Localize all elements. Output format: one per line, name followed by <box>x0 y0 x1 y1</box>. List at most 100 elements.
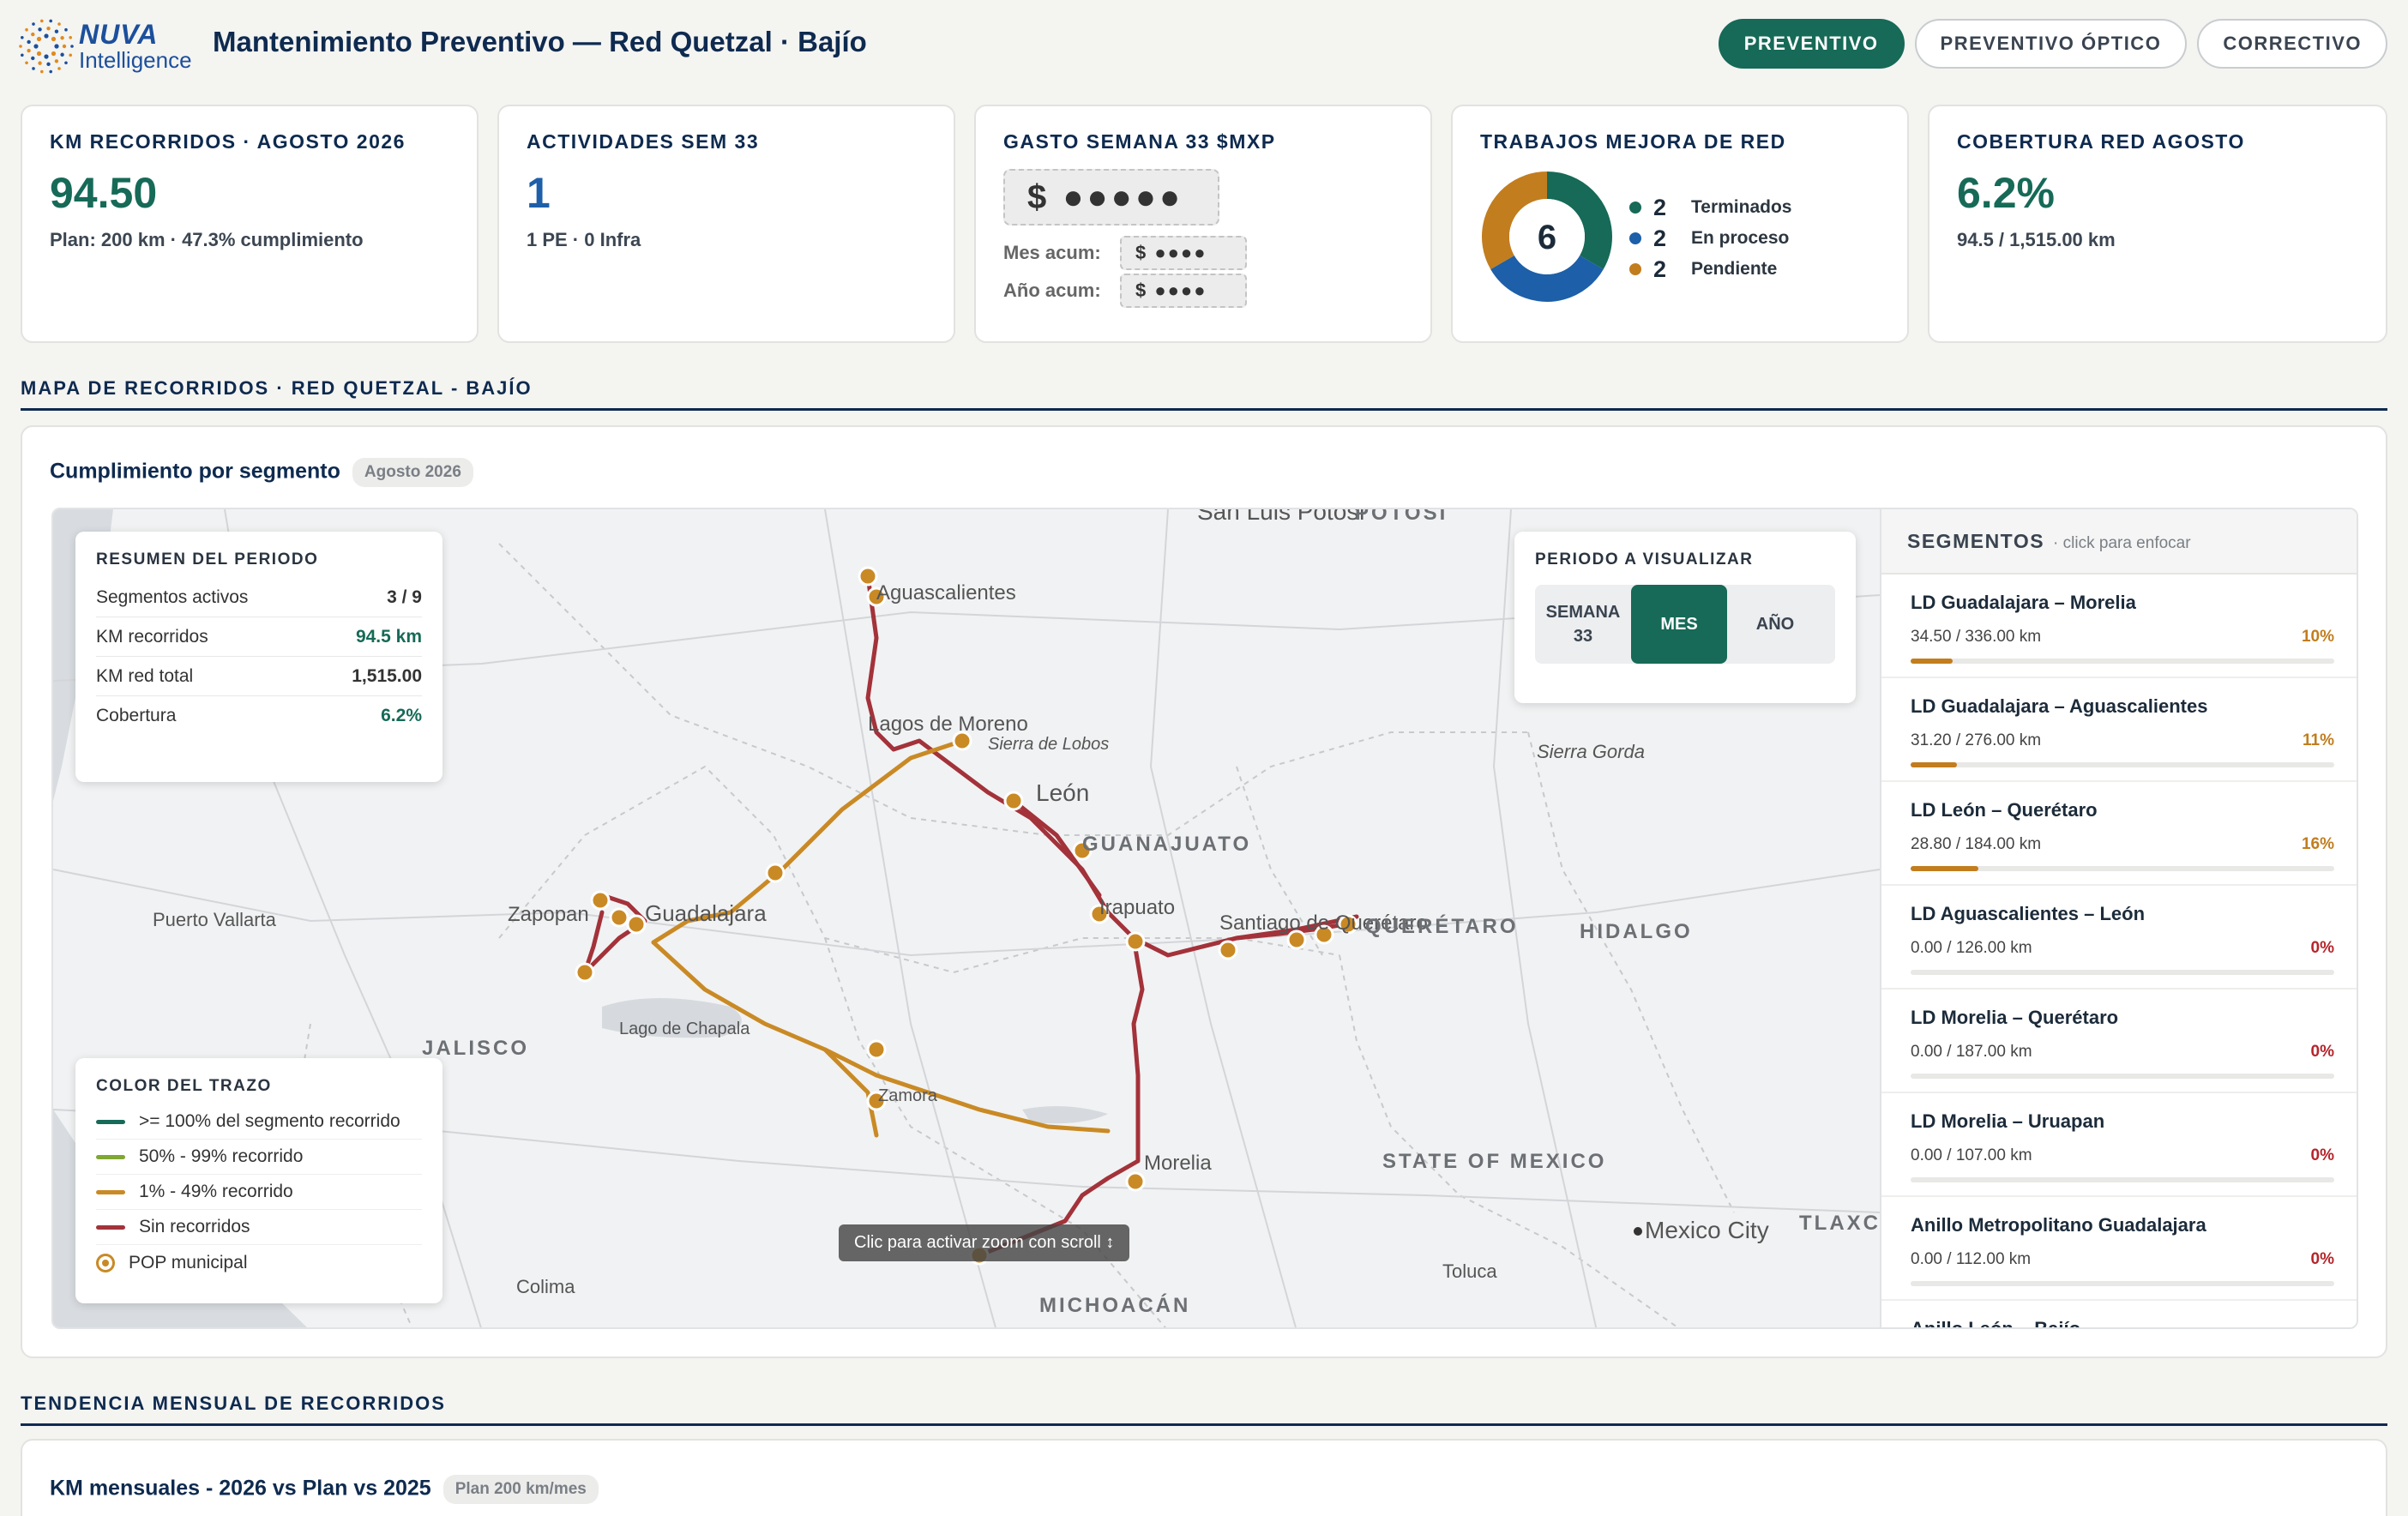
segment-pct: 0% <box>2310 1043 2334 1061</box>
segment-progress-fill <box>1911 762 1958 767</box>
segment-km: 31.20 / 276.00 km <box>1911 731 2042 749</box>
segment-item[interactable]: LD Morelia – Uruapan 0.00 / 107.00 km 0% <box>1881 1093 2357 1197</box>
segments-list: LD Guadalajara – Morelia 34.50 / 336.00 k… <box>1881 575 2357 1329</box>
label-lagos-de-moreno: Lagos de Moreno <box>868 713 1028 736</box>
label-irapuato: Irapuato <box>1099 896 1175 919</box>
label-potosi: POTOSÍ <box>1355 509 1448 525</box>
segment-item[interactable]: LD Guadalajara – Aguascalientes 31.20 / 2… <box>1881 678 2357 782</box>
segment-progress-bar <box>1911 1177 2334 1182</box>
label-colima: Colima <box>516 1276 575 1297</box>
label-state-of-mexico: STATE OF MEXICO <box>1382 1150 1606 1173</box>
kpi-km-value: 94.50 <box>50 169 158 217</box>
summary-row-segmentos: Segmentos activos 3 / 9 <box>96 578 422 617</box>
map-section-title: MAPA DE RECORRIDOS · RED QUETZAL - BAJÍO <box>21 377 533 399</box>
segment-item[interactable]: LD Morelia – Querétaro 0.00 / 187.00 km 0% <box>1881 990 2357 1093</box>
label-puerto-vallarta: Puerto Vallarta <box>153 909 277 930</box>
segment-name: Anillo León – Bajío <box>1911 1318 2081 1329</box>
gasto-semana-masked[interactable]: $ ●●●●● <box>1003 169 1219 226</box>
label-guadalajara: Guadalajara <box>645 900 767 926</box>
pop-marker[interactable] <box>858 566 878 587</box>
segment-progress-bar <box>1911 659 2334 664</box>
label-zamora: Zamora <box>878 1086 938 1105</box>
label-leon: León <box>1036 779 1089 806</box>
period-button-anio[interactable]: AÑO <box>1727 585 1823 664</box>
kpi-km-title: KM RECORRIDOS · AGOSTO 2026 <box>50 130 406 153</box>
period-chip: Agosto 2026 <box>352 458 473 487</box>
segment-name: LD Morelia – Querétaro <box>1911 1007 2119 1028</box>
segment-progress-bar <box>1911 1074 2334 1079</box>
segment-pct: 0% <box>2310 1250 2334 1268</box>
segment-item[interactable]: LD León – Querétaro 28.80 / 184.00 km 16% <box>1881 782 2357 886</box>
plan-chip: Plan 200 km/mes <box>442 1475 599 1504</box>
tab-preventivo-optico[interactable]: PREVENTIVO ÓPTICO <box>1914 19 2188 69</box>
trend-panel-title: KM mensuales - 2026 vs Plan vs 2025 Plan … <box>50 1475 599 1504</box>
segment-item[interactable]: Anillo León – Bajío <box>1881 1301 2357 1329</box>
label-jalisco: JALISCO <box>422 1037 529 1060</box>
tab-preventivo[interactable]: PREVENTIVO <box>1718 19 1905 69</box>
pop-marker[interactable] <box>765 863 786 883</box>
segment-pct: 11% <box>2303 731 2334 749</box>
pop-marker[interactable] <box>590 890 611 911</box>
segment-item[interactable]: Anillo Metropolitano Guadalajara 0.00 / 1… <box>1881 1197 2357 1301</box>
label-hidalgo: HIDALGO <box>1580 920 1693 943</box>
pop-marker[interactable] <box>1125 931 1146 952</box>
kpi-card-trabajos: TRABAJOS MEJORA DE RED 6 2 Terminados 2 En… <box>1451 105 1909 343</box>
pop-marker[interactable] <box>1218 940 1238 960</box>
period-selector: PERIODO A VISUALIZAR SEMANA 33 MES AÑO <box>1514 532 1856 703</box>
nuva-logo[interactable]: NUVA Intelligence <box>19 19 199 74</box>
segment-km: 0.00 / 126.00 km <box>1911 939 2032 957</box>
kpi-actividades-sub: 1 PE · 0 Infra <box>527 229 641 250</box>
pop-marker[interactable] <box>1003 791 1024 811</box>
kpi-km-sub: Plan: 200 km · 47.3% cumplimiento <box>50 229 364 250</box>
pop-marker[interactable] <box>575 962 595 983</box>
lake-cuitzeo <box>1022 1106 1108 1124</box>
label-sierra-de-lobos: Sierra de Lobos <box>988 735 1109 754</box>
donut-total: 6 <box>1538 219 1556 256</box>
kpi-actividades-title: ACTIVIDADES SEM 33 <box>527 130 760 153</box>
label-guanajuato-state: GUANAJUATO <box>1082 833 1251 856</box>
pop-marker[interactable] <box>626 914 647 935</box>
map-area[interactable]: San Luis Potosí POTOSÍ Aguascalientes La… <box>51 508 2358 1329</box>
segment-progress-fill <box>1911 659 1953 664</box>
kpi-cobertura-sub: 94.5 / 1,515.00 km <box>1957 229 2116 250</box>
legend-item-pop: POP municipal <box>96 1245 422 1280</box>
period-button-semana[interactable]: SEMANA 33 <box>1535 585 1631 664</box>
page-title: Mantenimiento Preventivo — Red Quetzal ·… <box>213 26 867 57</box>
pop-marker[interactable] <box>1125 1171 1146 1192</box>
logo-subtitle: Intelligence <box>79 47 192 73</box>
gasto-mes-masked[interactable]: $ ●●●● <box>1120 236 1247 270</box>
kpi-card-cobertura: COBERTURA RED AGOSTO 6.2% 94.5 / 1,515.0… <box>1928 105 2387 343</box>
logo-mark-icon <box>19 19 74 74</box>
period-button-mes[interactable]: MES <box>1631 585 1727 664</box>
segments-panel: SEGMENTOS · click para enfocar LD Guadala… <box>1880 509 2357 1329</box>
trabajos-legend: 2 Terminados 2 En proceso 2 Pendiente <box>1629 192 1791 285</box>
kpi-cobertura-value: 6.2% <box>1957 169 2055 217</box>
label-san-luis-potosi: San Luis Potosí <box>1197 509 1365 525</box>
logo-wordmark: NUVA <box>79 19 159 50</box>
legend-item-50-99: 50% - 99% recorrido <box>96 1140 422 1175</box>
gasto-anio-masked[interactable]: $ ●●●● <box>1120 274 1247 308</box>
label-morelia: Morelia <box>1144 1152 1212 1175</box>
segment-item[interactable]: LD Aguascalientes – León 0.00 / 126.00 km… <box>1881 886 2357 990</box>
map-panel: Cumplimiento por segmento Agosto 2026 Sa… <box>21 425 2387 1358</box>
legend-item-100: >= 100% del segmento recorrido <box>96 1104 422 1140</box>
segment-item[interactable]: LD Guadalajara – Morelia 34.50 / 336.00 k… <box>1881 575 2357 678</box>
pop-marker[interactable] <box>866 1039 887 1060</box>
label-lago-chapala: Lago de Chapala <box>619 1020 750 1038</box>
segment-km: 0.00 / 107.00 km <box>1911 1146 2032 1164</box>
zoom-hint[interactable]: Clic para activar zoom con scroll ↕ <box>839 1224 1130 1261</box>
tab-correctivo[interactable]: CORRECTIVO <box>2197 19 2387 69</box>
label-michoacan: MICHOACÁN <box>1039 1293 1190 1317</box>
map-canvas[interactable]: San Luis Potosí POTOSÍ Aguascalientes La… <box>53 509 1880 1327</box>
segment-name: LD Morelia – Uruapan <box>1911 1110 2105 1132</box>
legend-item-1-49: 1% - 49% recorrido <box>96 1175 422 1210</box>
app-header: NUVA Intelligence Mantenimiento Preventi… <box>0 0 2408 89</box>
mexico-city-marker <box>1634 1227 1642 1236</box>
segment-pct: 16% <box>2301 835 2334 853</box>
segment-pct: 0% <box>2310 939 2334 957</box>
pop-marker[interactable] <box>609 907 629 928</box>
kpi-gasto-title: GASTO SEMANA 33 $MXP <box>1003 130 1276 153</box>
segments-header: SEGMENTOS · click para enfocar <box>1881 509 2357 575</box>
legend-en-proceso: 2 En proceso <box>1629 223 1791 254</box>
segment-progress-bar <box>1911 866 2334 871</box>
